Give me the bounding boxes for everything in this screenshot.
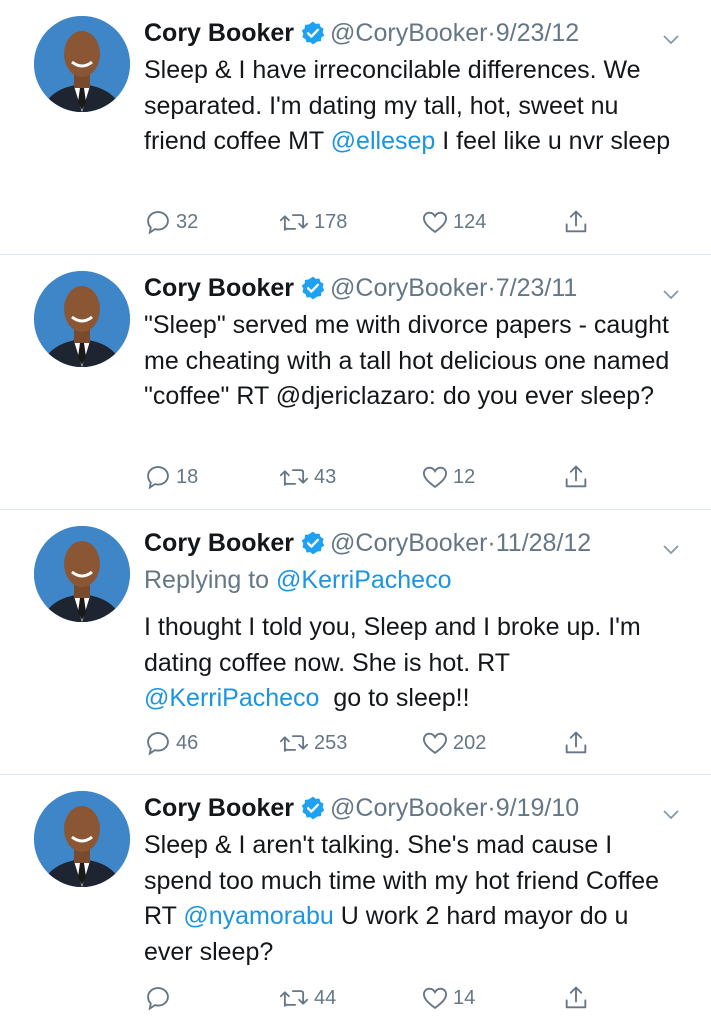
- verified-badge-icon: [300, 20, 326, 46]
- heart-icon: [422, 987, 448, 1010]
- separator-dot: ·: [487, 274, 496, 302]
- avatar[interactable]: [34, 271, 130, 367]
- share-icon: [565, 731, 587, 754]
- retweet-count: 43: [314, 465, 337, 488]
- retweet-icon: [279, 469, 309, 486]
- tweet-text-part: I feel like u nvr sleep: [435, 127, 671, 155]
- replying-to: Replying to @KerriPacheco: [144, 563, 451, 598]
- reply-icon: [147, 987, 169, 1011]
- retweet-count: 253: [314, 731, 348, 754]
- retweet-button[interactable]: 178: [278, 205, 347, 239]
- author-name[interactable]: Cory Booker: [144, 794, 294, 822]
- heart-icon: [422, 732, 448, 755]
- separator-dot: ·: [487, 794, 496, 822]
- replying-to-mention[interactable]: @KerriPacheco: [276, 566, 451, 594]
- retweet-button[interactable]: 44: [278, 981, 336, 1015]
- share-icon: [565, 465, 587, 488]
- verified-badge-icon: [300, 530, 326, 556]
- retweet-button[interactable]: 43: [278, 460, 336, 494]
- author-handle[interactable]: @CoryBooker: [330, 529, 487, 557]
- tweet-date[interactable]: 7/23/11: [496, 274, 578, 302]
- verified-badge-icon: [300, 275, 326, 301]
- tweet-header: Cory Booker @CoryBooker·9/19/10: [144, 791, 681, 825]
- tweet-header: Cory Booker @CoryBooker·11/28/12: [144, 526, 681, 560]
- tweet[interactable]: Cory Booker @CoryBooker·9/19/10 Sleep & I…: [0, 775, 711, 1024]
- retweet-button[interactable]: 253: [278, 726, 347, 760]
- heart-icon: [422, 211, 448, 234]
- retweet-icon: [279, 735, 309, 752]
- verified-badge-icon: [300, 795, 326, 821]
- share-button[interactable]: [562, 205, 590, 239]
- tweet-date[interactable]: 9/19/10: [496, 794, 579, 822]
- avatar[interactable]: [34, 526, 130, 622]
- like-count: 124: [453, 210, 487, 233]
- tweet-date[interactable]: 11/28/12: [496, 529, 591, 557]
- like-count: 202: [453, 731, 487, 754]
- tweet-text-part: I thought I told you, Sleep and I broke …: [144, 613, 641, 677]
- share-button[interactable]: [562, 460, 590, 494]
- tweet-text-part: "Sleep" served me with divorce papers - …: [144, 311, 677, 410]
- share-icon: [565, 986, 587, 1009]
- like-button[interactable]: 14: [421, 981, 475, 1015]
- share-button[interactable]: [562, 981, 590, 1015]
- chevron-down-icon[interactable]: [661, 279, 681, 300]
- like-button[interactable]: 12: [421, 460, 475, 494]
- share-button[interactable]: [562, 726, 590, 760]
- like-count: 12: [453, 465, 476, 488]
- reply-count: 18: [176, 465, 199, 488]
- tweet[interactable]: Cory Booker @CoryBooker·11/28/12 Replying…: [0, 510, 711, 775]
- like-button[interactable]: 124: [421, 205, 486, 239]
- reply-icon: [147, 211, 169, 235]
- tweet-text-part: go to sleep!!: [319, 684, 470, 712]
- author-name[interactable]: Cory Booker: [144, 274, 294, 302]
- separator-dot: ·: [487, 529, 496, 557]
- reply-button[interactable]: [144, 981, 176, 1015]
- tweet-header: Cory Booker @CoryBooker·9/23/12: [144, 16, 681, 50]
- retweet-icon: [279, 214, 309, 231]
- tweet-text: "Sleep" served me with divorce papers - …: [144, 308, 671, 415]
- mention-link[interactable]: @ellesep: [331, 127, 436, 155]
- author-name[interactable]: Cory Booker: [144, 19, 294, 47]
- tweet-text: Sleep & I have irreconcilable difference…: [144, 53, 671, 160]
- tweet-text: I thought I told you, Sleep and I broke …: [144, 610, 671, 717]
- chevron-down-icon[interactable]: [661, 24, 681, 45]
- retweet-icon: [279, 990, 309, 1007]
- like-button[interactable]: 202: [421, 726, 486, 760]
- tweet-text: Sleep & I aren't talking. She's mad caus…: [144, 828, 671, 970]
- like-count: 14: [453, 986, 476, 1009]
- chevron-down-icon[interactable]: [661, 534, 681, 555]
- replying-to-label: Replying to: [144, 566, 277, 594]
- tweet[interactable]: Cory Booker @CoryBooker·9/23/12 Sleep & I…: [0, 0, 711, 255]
- heart-icon: [422, 466, 448, 489]
- author-handle[interactable]: @CoryBooker: [330, 794, 487, 822]
- retweet-count: 44: [314, 986, 337, 1009]
- avatar[interactable]: [34, 791, 130, 887]
- reply-button[interactable]: 46: [144, 726, 198, 760]
- author-handle[interactable]: @CoryBooker: [330, 19, 487, 47]
- mention-link[interactable]: @KerriPacheco: [144, 684, 319, 712]
- retweet-count: 178: [314, 210, 348, 233]
- mention-link[interactable]: @nyamorabu: [183, 902, 333, 930]
- avatar[interactable]: [34, 16, 130, 112]
- reply-count: 32: [176, 210, 199, 233]
- tweet-header: Cory Booker @CoryBooker·7/23/11: [144, 271, 681, 305]
- chevron-down-icon[interactable]: [661, 799, 681, 820]
- share-icon: [565, 210, 587, 233]
- reply-count: 46: [176, 731, 199, 754]
- reply-button[interactable]: 32: [144, 205, 198, 239]
- reply-icon: [147, 732, 169, 756]
- tweet-date[interactable]: 9/23/12: [496, 19, 579, 47]
- reply-icon: [147, 466, 169, 490]
- reply-button[interactable]: 18: [144, 460, 198, 494]
- tweet[interactable]: Cory Booker @CoryBooker·7/23/11 "Sleep" s…: [0, 255, 711, 510]
- author-handle[interactable]: @CoryBooker: [330, 274, 487, 302]
- author-name[interactable]: Cory Booker: [144, 529, 294, 557]
- separator-dot: ·: [487, 19, 496, 47]
